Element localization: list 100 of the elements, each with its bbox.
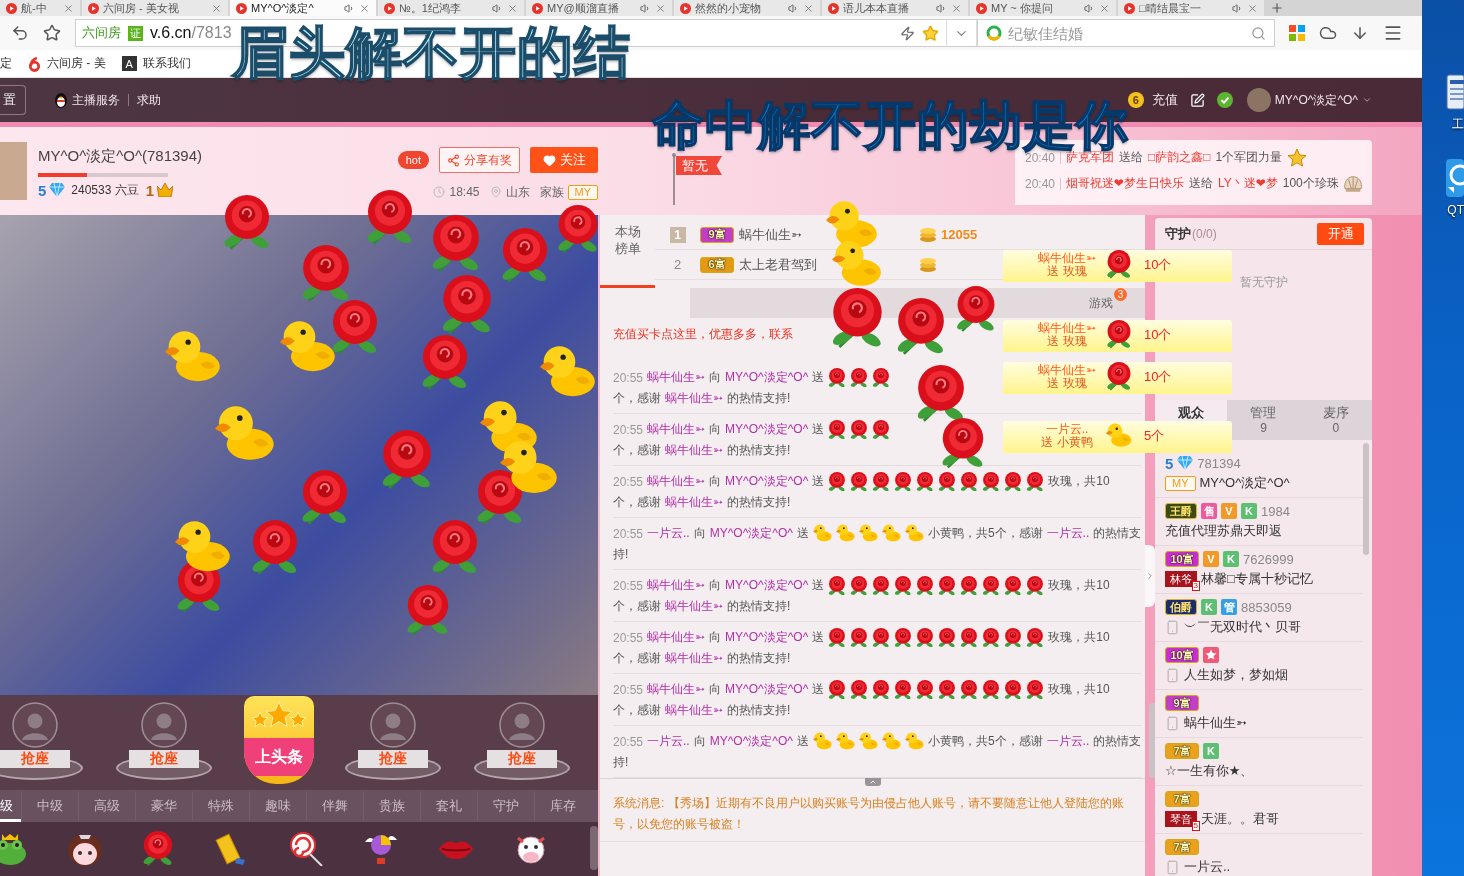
grab-seat-button[interactable]: 抢座 xyxy=(114,702,215,780)
recharge-link[interactable]: 充值 xyxy=(1151,91,1178,109)
close-icon[interactable] xyxy=(507,2,518,14)
browser-tab[interactable]: MY@顺溜直播 xyxy=(526,0,672,16)
collapse-handle[interactable] xyxy=(864,778,881,786)
user-name-link[interactable]: 蜗牛仙生➳ xyxy=(647,577,706,594)
user-name-link[interactable]: MY^O^淡定^O^ xyxy=(725,421,809,438)
search-input[interactable]: 纪敏佳结婚 xyxy=(1008,22,1245,44)
user-name-link[interactable]: 一片云.. xyxy=(1046,525,1090,542)
speaker-icon[interactable] xyxy=(1232,2,1243,14)
search-icon[interactable] xyxy=(1251,25,1266,41)
user-name-link[interactable]: 蜗牛仙生➳ xyxy=(647,421,706,438)
hot-air-balloon-icon[interactable] xyxy=(363,832,399,866)
audience-user-name[interactable]: 蜗牛仙生➳ xyxy=(1184,714,1247,732)
user-name-link[interactable]: 蜗牛仙生➳ xyxy=(665,702,724,719)
user-name-link[interactable]: MY^O^淡定^O^ xyxy=(725,369,809,386)
user-name-link[interactable]: 蜗牛仙生➳ xyxy=(665,598,724,615)
audience-user-name[interactable]: MY^O^淡定^O^ xyxy=(1199,474,1290,492)
host-service-link[interactable]: 主播服务 xyxy=(54,91,120,109)
close-icon[interactable] xyxy=(655,2,666,14)
audience-user-name[interactable]: 充值代理苏鼎天即返 xyxy=(1165,522,1282,540)
document-app-icon[interactable] xyxy=(1446,74,1464,110)
scrollbar-thumb[interactable] xyxy=(590,826,598,870)
receiver-name-link[interactable]: LY丶迷❤梦 xyxy=(1217,175,1278,192)
user-name-link[interactable]: 蜗牛仙生➳ xyxy=(665,442,724,459)
user-name-link[interactable]: 蜗牛仙生➳ xyxy=(647,369,706,386)
user-name-link[interactable]: 蜗牛仙生➳ xyxy=(665,494,724,511)
sender-name-link[interactable]: 烟哥祝迷❤梦生日快乐 xyxy=(1065,175,1184,192)
audience-user-name[interactable]: 一片云.. xyxy=(1184,858,1231,876)
open-guard-button[interactable]: 开通 xyxy=(1317,222,1364,245)
user-name-link[interactable]: 蜗牛仙生➳ xyxy=(647,629,706,646)
lollipop-icon[interactable] xyxy=(288,832,324,866)
browser-tab[interactable]: MY ~ 你提问 xyxy=(970,0,1116,16)
caret-icon[interactable] xyxy=(1362,95,1372,105)
audience-user-name[interactable]: 人生如梦，梦如烟 xyxy=(1184,666,1288,684)
user-name-link[interactable]: 蜗牛仙生➳ xyxy=(647,473,706,490)
audience-tab[interactable]: 麦序 0 xyxy=(1299,400,1372,440)
browser-tab[interactable]: 语儿本本直播 xyxy=(822,0,968,16)
browser-tab[interactable]: □晴结晨宝一 xyxy=(1118,0,1264,16)
browser-tab[interactable]: №。1纪鸿李 xyxy=(378,0,524,16)
frog-prince-icon[interactable] xyxy=(0,832,28,866)
desktop-icon-label[interactable]: QT xyxy=(1447,203,1464,217)
receiver-name-link[interactable]: □萨韵之鑫□ xyxy=(1148,149,1211,166)
edit-icon[interactable] xyxy=(1189,92,1205,108)
new-tab-icon[interactable] xyxy=(1270,1,1284,15)
close-icon[interactable] xyxy=(951,2,962,14)
speaker-icon[interactable] xyxy=(1084,2,1095,14)
browser-tab[interactable]: 六间房 - 美女视 xyxy=(82,0,228,16)
audience-tab[interactable]: 管理 9 xyxy=(1227,400,1300,440)
browser-tab[interactable]: MY^O^淡定^ xyxy=(230,0,376,16)
user-name-link[interactable]: MY^O^淡定^O^ xyxy=(709,525,793,542)
cartoon-girl-icon[interactable] xyxy=(67,832,103,866)
favorite-star-icon[interactable] xyxy=(922,24,939,42)
user-name-link[interactable]: MY^O^淡定^O^ xyxy=(725,629,809,646)
download-icon[interactable] xyxy=(1351,24,1369,42)
user-menu[interactable]: MY^O^淡定^O^ xyxy=(1274,91,1372,109)
close-icon[interactable] xyxy=(1247,2,1258,14)
follow-button[interactable]: 关注 xyxy=(530,147,598,173)
user-name-link[interactable]: 一片云.. xyxy=(647,525,690,542)
speaker-icon[interactable] xyxy=(492,2,503,14)
user-name-link[interactable]: MY^O^淡定^O^ xyxy=(725,473,809,490)
audience-user-name[interactable]: 天涯。。君哥 xyxy=(1201,810,1279,828)
speaker-icon[interactable] xyxy=(788,2,799,14)
audience-user-name[interactable]: 林馨□专属十秒记忆 xyxy=(1201,570,1313,588)
user-name-link[interactable]: 蜗牛仙生➳ xyxy=(665,390,724,407)
browser-tab[interactable]: 航-中 xyxy=(0,0,80,16)
speaker-icon[interactable] xyxy=(344,2,355,14)
chat-app-icon[interactable] xyxy=(1446,159,1464,197)
bookmark-link[interactable]: 定 xyxy=(0,55,12,72)
headline-button[interactable]: 上头条 xyxy=(243,696,314,784)
lightning-icon[interactable] xyxy=(900,25,915,41)
audience-user-name[interactable]: ☆一生有你★、 xyxy=(1165,762,1254,780)
help-link[interactable]: 求助 xyxy=(137,91,161,109)
close-icon[interactable] xyxy=(359,2,370,14)
scrollbar-thumb[interactable] xyxy=(1363,443,1369,555)
user-name-link[interactable]: 蜗牛仙生➳ xyxy=(647,681,706,698)
cloud-icon[interactable] xyxy=(1319,24,1337,42)
user-name-link[interactable]: MY^O^淡定^O^ xyxy=(709,733,793,750)
menu-icon[interactable] xyxy=(1383,23,1403,43)
close-icon[interactable] xyxy=(211,2,222,14)
grab-seat-button[interactable]: 抢座 xyxy=(342,702,443,780)
apps-grid-icon[interactable] xyxy=(1289,25,1305,41)
user-name-link[interactable]: MY^O^淡定^O^ xyxy=(725,577,809,594)
user-name-link[interactable]: MY^O^淡定^O^ xyxy=(725,681,809,698)
rank-list-tab[interactable]: 本场榜单 xyxy=(600,215,655,288)
close-icon[interactable] xyxy=(1099,2,1110,14)
grab-seat-button[interactable]: 抢座 xyxy=(472,702,572,780)
user-name-link[interactable]: 蜗牛仙生➳ xyxy=(665,650,724,667)
share-button[interactable]: 分享有奖 xyxy=(439,147,520,173)
desktop-icon-label[interactable]: 工 xyxy=(1452,116,1464,133)
undo-icon[interactable] xyxy=(11,24,29,42)
close-icon[interactable] xyxy=(803,2,814,14)
bookmark-star-icon[interactable] xyxy=(43,24,61,42)
audience-user-name[interactable]: ︶￣无双时代丶贝哥 xyxy=(1184,618,1301,636)
speaker-icon[interactable] xyxy=(640,2,651,14)
browser-tab[interactable]: 然然的小宠物 xyxy=(674,0,820,16)
avatar-placeholder[interactable] xyxy=(1246,88,1271,112)
bookmark-link[interactable]: 六间房 - 美 xyxy=(28,55,106,72)
close-icon[interactable] xyxy=(63,2,74,14)
side-collapse-handle[interactable] xyxy=(1145,545,1155,607)
